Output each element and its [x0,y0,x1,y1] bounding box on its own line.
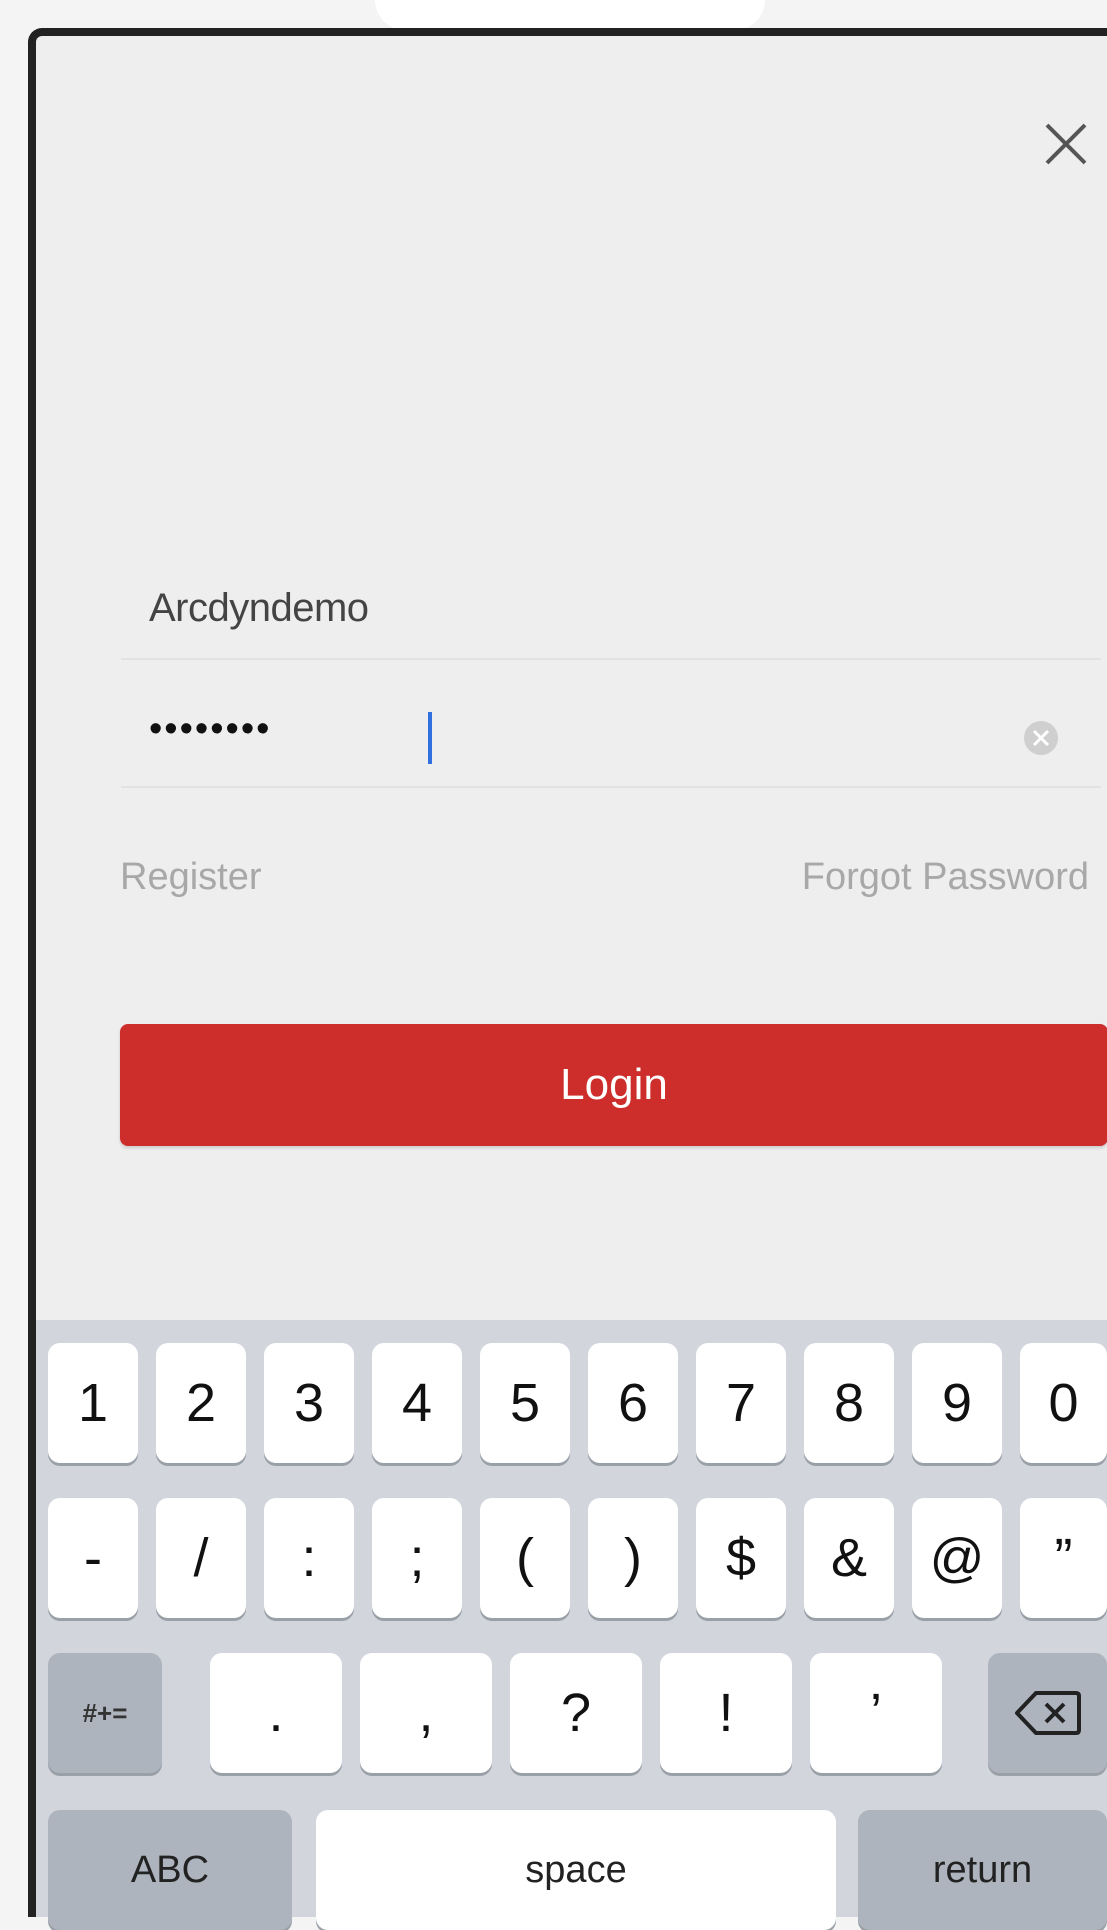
backspace-icon [1014,1691,1081,1735]
return-key[interactable]: return [858,1810,1107,1930]
key-2[interactable]: 2 [156,1343,246,1463]
key-more-symbols[interactable]: #+= [48,1653,162,1773]
text-caret [428,712,432,764]
clear-circle-icon [1024,721,1058,755]
key-9[interactable]: 9 [912,1343,1002,1463]
space-key[interactable]: space [316,1810,836,1930]
login-button[interactable]: Login [120,1024,1107,1146]
forgot-password-link[interactable]: Forgot Password [802,856,1089,899]
key-semicolon[interactable]: ; [372,1498,462,1618]
key-0[interactable]: 0 [1020,1343,1107,1463]
password-field[interactable]: •••••••• [121,676,1101,788]
key-8[interactable]: 8 [804,1343,894,1463]
key-1[interactable]: 1 [48,1343,138,1463]
key-comma[interactable]: , [360,1653,492,1773]
key-6[interactable]: 6 [588,1343,678,1463]
key-open-paren[interactable]: ( [480,1498,570,1618]
key-abc[interactable]: ABC [48,1810,292,1930]
key-at[interactable]: @ [912,1498,1002,1618]
key-4[interactable]: 4 [372,1343,462,1463]
key-hyphen[interactable]: - [48,1498,138,1618]
key-3[interactable]: 3 [264,1343,354,1463]
clear-button[interactable] [1021,718,1061,758]
password-mask: •••••••• [149,708,272,750]
key-apostrophe[interactable]: ’ [810,1653,942,1773]
keyboard: 1 2 3 4 5 6 7 8 9 0 - / : ; ( ) $ & @ ” … [36,1320,1107,1930]
key-5[interactable]: 5 [480,1343,570,1463]
key-colon[interactable]: : [264,1498,354,1618]
key-7[interactable]: 7 [696,1343,786,1463]
close-icon [1045,123,1087,165]
key-slash[interactable]: / [156,1498,246,1618]
close-button[interactable] [1036,114,1096,174]
username-field[interactable]: Arcdyndemo [121,558,1101,660]
key-quote[interactable]: ” [1020,1498,1107,1618]
top-notch [375,0,765,30]
username-value: Arcdyndemo [149,586,369,630]
key-dollar[interactable]: $ [696,1498,786,1618]
register-link[interactable]: Register [120,856,262,899]
key-ampersand[interactable]: & [804,1498,894,1618]
backspace-key[interactable] [988,1653,1107,1773]
key-exclamation[interactable]: ! [660,1653,792,1773]
key-close-paren[interactable]: ) [588,1498,678,1618]
key-period[interactable]: . [210,1653,342,1773]
key-question[interactable]: ? [510,1653,642,1773]
